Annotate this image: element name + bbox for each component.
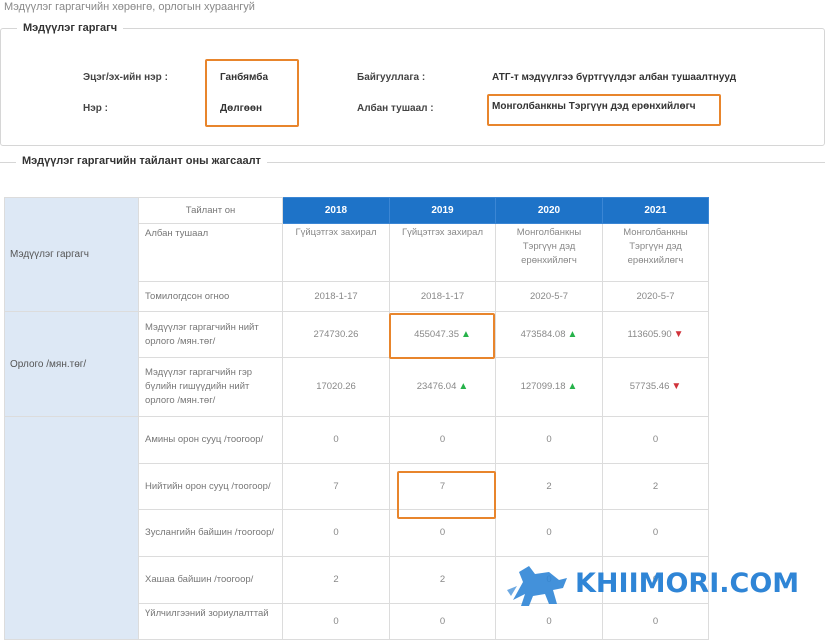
patronymic-label: Эцэг/эх-ийн нэр : <box>83 72 168 83</box>
row-label-apartment: Амины орон сууц /тоогоор/ <box>138 416 283 464</box>
watermark: KHIIMORI.COM <box>505 560 815 610</box>
position-highlight-box <box>487 94 721 126</box>
cell-shared-apartment-2021: 2 <box>602 463 709 510</box>
cell-total-income-2021: 113605.90 ▼ <box>602 311 709 358</box>
cell-appointed-2020: 2020-5-7 <box>495 281 603 312</box>
organization-value: АТГ-т мэдүүлгээ бүртгүүлдэг албан тушаал… <box>492 72 737 83</box>
year-header-2021: 2021 <box>602 197 709 224</box>
year-header-2019: 2019 <box>389 197 496 224</box>
cell-position-2021: Монголбанкны Тэргүүн дэд ерөнхийлөгч <box>602 223 709 282</box>
cell-appointed-2021: 2020-5-7 <box>602 281 709 312</box>
position-label: Албан тушаал : <box>357 103 434 114</box>
shared-apartment-highlight-box <box>397 471 496 519</box>
group-income: Орлого /мян.төг/ <box>4 311 139 417</box>
report-legend: Мэдүүлэг гаргагчийн тайлант оны жагсаалт <box>16 155 267 167</box>
row-label-service-building: Үйлчилгээний зориулалттай <box>138 603 283 640</box>
row-label-appointed: Томилогдсон огноо <box>138 281 283 312</box>
row-label-summer-house: Зуслангийн байшин /тоогоор/ <box>138 509 283 557</box>
cell-fenced-house-2018: 2 <box>282 556 390 604</box>
name-label: Нэр : <box>83 103 108 114</box>
cell-position-2019: Гүйцэтгэх захирал <box>389 223 496 282</box>
table-row: Амины орон сууц /тоогоор/ 0 0 0 0 <box>4 416 709 640</box>
cell-family-income-2020: 127099.18 ▲ <box>495 357 603 417</box>
watermark-text: KHIIMORI.COM <box>575 568 800 599</box>
cell-shared-apartment-2020: 2 <box>495 463 603 510</box>
cell-position-2020: Монголбанкны Тэргүүн дэд ерөнхийлөгч <box>495 223 603 282</box>
cell-shared-apartment-2018: 7 <box>282 463 390 510</box>
cell-apartment-2021: 0 <box>602 416 709 464</box>
report-year-label: Тайлант он <box>138 197 283 224</box>
table-row: Орлого /мян.төг/ Мэдүүлэг гаргагчийн ний… <box>4 311 709 417</box>
cell-apartment-2018: 0 <box>282 416 390 464</box>
cell-family-income-2019: 23476.04 ▲ <box>389 357 496 417</box>
cell-summer-house-2021: 0 <box>602 509 709 557</box>
cell-service-building-2018: 0 <box>282 603 390 640</box>
cell-apartment-2019: 0 <box>389 416 496 464</box>
cell-family-income-2021: 57735.46 ▼ <box>602 357 709 417</box>
trend-down-icon: ▼ <box>671 381 682 392</box>
cell-position-2018: Гүйцэтгэх захирал <box>282 223 390 282</box>
page-header: Мэдүүлэг гаргагчийн хөрөнгө, орлогын хур… <box>4 1 255 13</box>
cell-service-building-2019: 0 <box>389 603 496 640</box>
declarant-legend: Мэдүүлэг гаргагч <box>17 22 124 34</box>
year-header-2018: 2018 <box>282 197 390 224</box>
group-property <box>4 416 139 640</box>
trend-up-icon: ▲ <box>567 328 578 340</box>
row-label-fenced-house: Хашаа байшин /тоогоор/ <box>138 556 283 604</box>
row-label-position: Албан тушаал <box>138 223 283 282</box>
name-highlight-box <box>205 59 299 127</box>
row-label-total-income: Мэдүүлэг гаргагчийн нийт орлого /мян.төг… <box>138 311 283 358</box>
table-header-row: Мэдүүлэг гаргагч Тайлант он 2018 2019 20… <box>4 197 709 312</box>
group-declarant: Мэдүүлэг гаргагч <box>4 197 139 312</box>
cell-appointed-2018: 2018-1-17 <box>282 281 390 312</box>
cell-summer-house-2020: 0 <box>495 509 603 557</box>
trend-down-icon: ▼ <box>673 328 684 340</box>
cell-total-income-2020: 473584.08 ▲ <box>495 311 603 358</box>
trend-up-icon: ▲ <box>567 381 578 392</box>
cell-total-income-2018: 274730.26 <box>282 311 390 358</box>
cell-family-income-2018: 17020.26 <box>282 357 390 417</box>
declarant-panel: Мэдүүлэг гаргагч Эцэг/эх-ийн нэр : Ганбя… <box>0 22 825 146</box>
cell-appointed-2019: 2018-1-17 <box>389 281 496 312</box>
cell-apartment-2020: 0 <box>495 416 603 464</box>
trend-up-icon: ▲ <box>458 381 469 392</box>
horse-logo-icon <box>507 566 567 606</box>
total-income-highlight-box <box>389 313 495 359</box>
year-header-2020: 2020 <box>495 197 603 224</box>
cell-summer-house-2018: 0 <box>282 509 390 557</box>
cell-fenced-house-2019: 2 <box>389 556 496 604</box>
organization-label: Байгууллага : <box>357 72 426 83</box>
row-label-shared-apartment: Нийтийн орон сууц /тоогоор/ <box>138 463 283 510</box>
row-label-family-income: Мэдүүлэг гаргагчийн гэр бүлийн гишүүдийн… <box>138 357 283 417</box>
